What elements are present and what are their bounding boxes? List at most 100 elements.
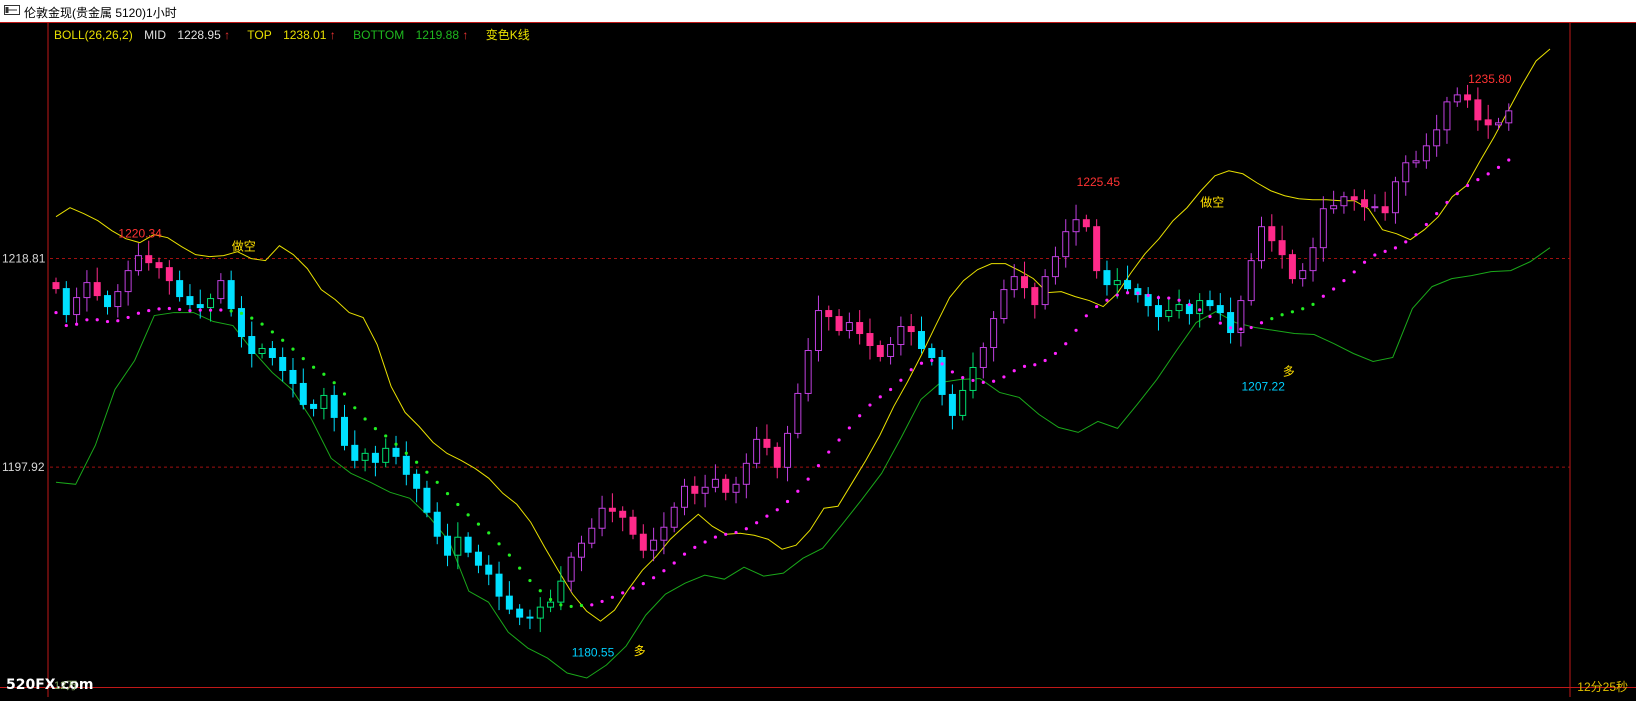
mid-dot: [322, 372, 326, 376]
volume-label: 12万: [54, 680, 78, 692]
candle-body: [299, 382, 307, 405]
mid-dot: [785, 499, 790, 504]
mid-dot: [1455, 192, 1459, 196]
mid-dot: [1074, 328, 1078, 332]
mid-dot: [816, 464, 821, 468]
candle-body: [1422, 145, 1430, 162]
mid-dot: [1136, 291, 1140, 295]
candle-body: [155, 262, 163, 269]
mid-dot: [384, 434, 388, 438]
candle-body: [217, 280, 225, 300]
mid-dot: [1362, 260, 1367, 264]
candle-body: [516, 608, 524, 618]
candle-body: [959, 389, 967, 416]
candle-body: [711, 478, 719, 488]
mid-dot: [75, 322, 79, 326]
candle-body: [567, 556, 575, 582]
mid-dot: [1373, 253, 1377, 257]
candle-body: [1278, 240, 1286, 256]
mid-dot: [971, 378, 975, 383]
legend-indicator: BOLL(26,26,2): [54, 28, 133, 42]
mid-dot: [270, 330, 274, 334]
candle-body: [701, 486, 709, 494]
mid-dot: [456, 502, 460, 507]
mid-dot: [950, 370, 955, 374]
mid-dot: [1084, 314, 1088, 318]
chart-area[interactable]: 1218.81 1197.92 1220.34 1180.55 1225.45 1207.…: [0, 22, 1636, 697]
candle-body: [1041, 276, 1049, 306]
candle-body: [124, 270, 132, 293]
mid-dot: [487, 531, 491, 535]
mid-dot: [878, 395, 882, 399]
candle-body: [763, 438, 771, 448]
candle-body: [691, 485, 699, 494]
mid-dot: [538, 589, 542, 593]
candle-body: [1103, 270, 1111, 286]
mid-dot: [415, 460, 419, 464]
candle-body: [93, 282, 101, 297]
candle-body: [444, 535, 452, 556]
candle-body: [794, 392, 802, 434]
mid-dot: [579, 603, 584, 608]
bottom-band-line: [55, 247, 1551, 679]
mid-dot: [95, 318, 99, 322]
mid-dot: [930, 358, 934, 363]
candle-body: [588, 527, 596, 544]
candlestick-chart[interactable]: 1218.81 1197.92 1220.34 1180.55 1225.45 1207.…: [0, 22, 1636, 697]
candle-body: [258, 348, 266, 355]
mid-dot: [1414, 233, 1418, 237]
mid-dot: [1177, 298, 1181, 302]
candle-body: [557, 580, 565, 603]
candle-body: [887, 344, 895, 357]
mid-dot: [1198, 308, 1202, 312]
mid-dot: [1218, 321, 1222, 325]
mid-dot: [1445, 200, 1449, 205]
chart-annotation: 1220.34: [118, 226, 162, 240]
candle-body: [948, 393, 956, 416]
legend-kline-label: 变色K线: [485, 28, 530, 42]
mid-dot: [1064, 342, 1068, 346]
mid-dot: [1012, 369, 1016, 373]
candle-body: [361, 452, 369, 461]
mid-dot: [1125, 291, 1130, 295]
candle-body: [784, 432, 792, 468]
mid-dot: [734, 530, 738, 535]
legend-bottom-label: BOTTOM: [353, 28, 405, 42]
candle-body: [1175, 304, 1183, 312]
candle-body: [598, 507, 606, 529]
mid-dot: [219, 308, 223, 312]
candle-body: [413, 473, 421, 489]
candle-body: [1443, 101, 1451, 131]
mid-dot: [1249, 325, 1253, 330]
mid-dot: [899, 378, 903, 382]
candle-body: [1196, 300, 1204, 315]
candle-body: [495, 573, 503, 597]
candle-body: [670, 506, 678, 528]
mid-dot: [837, 438, 841, 442]
candle-body: [227, 280, 235, 310]
top-band-line: [55, 48, 1551, 622]
chart-annotation: 多: [1283, 364, 1295, 378]
mid-dot: [445, 491, 450, 496]
window-icon[interactable]: [4, 5, 20, 15]
mid-dot: [1095, 304, 1099, 309]
mid-dot: [1465, 183, 1470, 188]
mid-dot: [1259, 321, 1264, 325]
chart-annotation: 1207.22: [1242, 379, 1286, 393]
candle-body: [979, 347, 987, 368]
mid-dot: [147, 308, 151, 313]
legend-bottom-arrow: ↑: [462, 28, 469, 42]
candle-body: [897, 326, 905, 346]
candle-body: [423, 487, 431, 513]
mid-dot: [796, 489, 800, 493]
candle-body: [114, 291, 122, 308]
candle-body: [1464, 94, 1472, 101]
mid-dot: [1115, 293, 1119, 297]
candle-body: [825, 310, 833, 318]
candle-body: [876, 345, 884, 357]
mid-dot: [353, 406, 357, 410]
candle-body: [289, 369, 297, 384]
chart-annotation: 1225.45: [1077, 175, 1121, 189]
candle-body: [1494, 122, 1502, 126]
mid-dot: [1507, 158, 1511, 162]
